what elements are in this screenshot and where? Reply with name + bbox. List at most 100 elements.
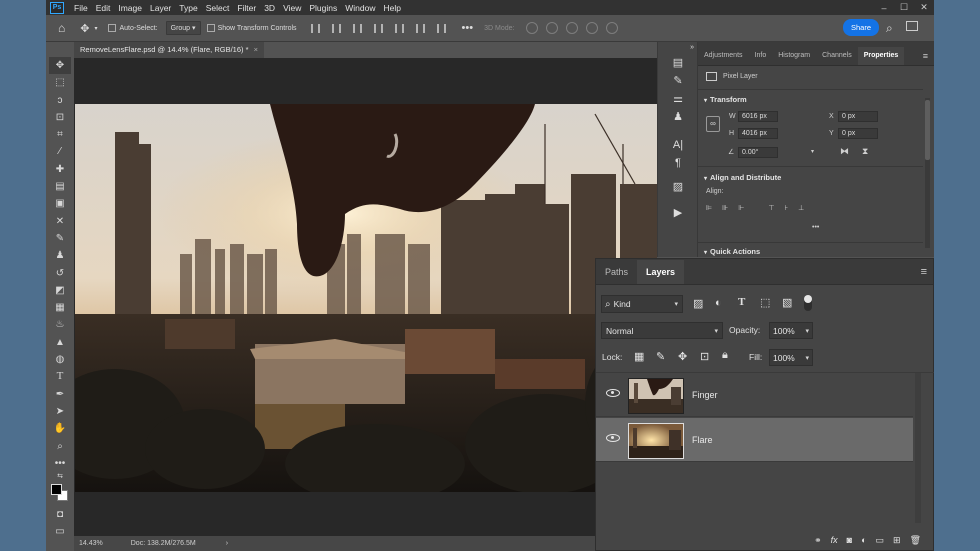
maximize-icon[interactable]: ☐ — [894, 2, 914, 13]
more-tools-icon[interactable]: ••• — [49, 455, 71, 472]
3d-scale-icon[interactable] — [606, 22, 619, 34]
document-tab[interactable]: RemoveLensFlare.psd @ 14.4% (Flare, RGB/… — [74, 42, 264, 58]
3d-slide-icon[interactable] — [586, 22, 599, 34]
menu-3d[interactable]: 3D — [260, 3, 279, 13]
dodge-tool-icon[interactable]: ▲ — [49, 334, 71, 351]
align-vcenters-icon[interactable]: ⊦ — [784, 204, 788, 212]
distribute-icon[interactable] — [436, 23, 446, 33]
object-select-tool-icon[interactable]: ⊡ — [49, 109, 71, 126]
menu-filter[interactable]: Filter — [233, 3, 260, 13]
align-right-icon[interactable] — [352, 23, 362, 33]
align-bottom-edges-icon[interactable]: ⊥ — [798, 204, 804, 212]
tab-layers[interactable]: Layers — [637, 260, 685, 284]
visibility-eye-icon[interactable] — [606, 389, 620, 397]
adjustment-sliders-icon[interactable]: ⚌ — [658, 90, 698, 108]
add-mask-icon[interactable]: ◙ — [847, 535, 852, 545]
new-group-icon[interactable]: ▭ — [876, 535, 885, 546]
close-window-icon[interactable]: ✕ — [914, 2, 934, 13]
eyedropper-tool-icon[interactable]: ⁄ — [49, 143, 71, 160]
visibility-eye-icon[interactable] — [606, 434, 620, 442]
tab-paths[interactable]: Paths — [596, 260, 637, 284]
menu-select[interactable]: Select — [202, 3, 234, 13]
layers-panel-menu-icon[interactable]: ≡ — [921, 266, 927, 278]
filter-pixel-icon[interactable]: ▨ — [693, 297, 703, 310]
menu-edit[interactable]: Edit — [92, 3, 115, 13]
flip-vertical-icon[interactable]: ⧗ — [862, 146, 868, 157]
chevron-down-icon[interactable]: ▾ — [94, 25, 97, 32]
character-panel-icon[interactable]: A| — [658, 136, 698, 154]
bandage-tool-icon[interactable]: ▤ — [49, 178, 71, 195]
lock-artboard-icon[interactable]: ⊡ — [700, 350, 709, 363]
workspace-icon[interactable] — [906, 21, 918, 31]
quick-mask-icon[interactable]: ◘ — [49, 506, 71, 523]
layer-thumbnail-flare[interactable] — [628, 423, 684, 459]
menu-help[interactable]: Help — [379, 3, 404, 13]
foreground-color-swatch[interactable] — [51, 484, 62, 496]
lock-position-icon[interactable]: ✥ — [678, 350, 687, 363]
patch-tool-icon[interactable]: ✕ — [49, 213, 71, 230]
scrollbar-thumb[interactable] — [925, 100, 930, 160]
align-top-icon[interactable] — [373, 23, 383, 33]
photoshop-logo-icon[interactable]: Ps — [50, 1, 64, 14]
menu-image[interactable]: Image — [114, 3, 146, 13]
filter-shape-icon[interactable]: ⬚ — [760, 296, 770, 309]
lock-transparent-pixels-icon[interactable]: ▦ — [634, 350, 644, 363]
gradient-tool-icon[interactable]: ▦ — [49, 299, 71, 316]
move-tool-icon[interactable]: ✥ — [49, 57, 71, 75]
menu-plugins[interactable]: Plugins — [305, 3, 341, 13]
3d-pan-icon[interactable] — [566, 22, 579, 34]
width-field[interactable]: 6016 px — [738, 111, 778, 122]
opacity-field[interactable]: 100% ▾ — [769, 322, 813, 339]
sponge-tool-icon[interactable]: ◍ — [49, 351, 71, 368]
home-icon[interactable]: ⌂ — [58, 21, 65, 35]
align-right-edges-icon[interactable]: ⊩ — [738, 204, 744, 212]
history-brush-tool-icon[interactable]: ↺ — [49, 265, 71, 282]
layer-style-fx-icon[interactable]: fx — [831, 535, 838, 545]
image-panel-icon[interactable]: ▨ — [658, 178, 698, 196]
actions-play-icon[interactable]: ▶ — [658, 204, 698, 222]
3d-orbit-icon[interactable] — [526, 22, 539, 34]
filter-adjustment-icon[interactable]: ◐ — [715, 297, 722, 309]
align-left-icon[interactable] — [310, 23, 320, 33]
eraser-tool-icon[interactable]: ◩ — [49, 282, 71, 299]
pen-tool-icon[interactable]: ✒ — [49, 386, 71, 403]
align-hcenters-icon[interactable]: ⊪ — [722, 204, 728, 212]
properties-scrollbar[interactable] — [925, 98, 930, 248]
type-tool-icon[interactable]: T — [49, 368, 71, 385]
tab-properties[interactable]: Properties — [857, 47, 905, 65]
3d-roll-icon[interactable] — [546, 22, 559, 34]
align-left-edges-icon[interactable]: ⊫ — [706, 204, 712, 212]
lock-all-icon[interactable]: 🔒︎ — [722, 349, 728, 362]
transform-section-title[interactable]: ▾ Transform — [704, 95, 747, 104]
delete-layer-icon[interactable]: 🗑︎ — [910, 535, 921, 546]
collapse-panels-icon[interactable]: » — [658, 42, 698, 54]
tab-histogram[interactable]: Histogram — [772, 47, 816, 65]
zoom-tool-icon[interactable]: ⌕ — [49, 438, 71, 455]
align-vcenter-icon[interactable] — [394, 23, 404, 33]
swap-colors-icon[interactable]: ⇆ — [49, 472, 71, 482]
zoom-level[interactable]: 14.43% — [79, 540, 103, 547]
blur-tool-icon[interactable]: ♨ — [49, 316, 71, 333]
menu-view[interactable]: View — [279, 3, 305, 13]
move-tool-preset-icon[interactable]: ✥ — [80, 22, 89, 35]
angle-field[interactable]: 0.00° — [738, 147, 778, 158]
panel-menu-icon[interactable]: ≡ — [923, 51, 928, 61]
blend-mode-dropdown[interactable]: Normal ▾ — [601, 322, 723, 339]
show-transform-checkbox[interactable] — [206, 24, 215, 32]
layer-thumbnail-finger[interactable] — [628, 378, 684, 414]
layer-name-finger[interactable]: Finger — [692, 390, 718, 400]
more-align-options-icon[interactable]: ••• — [812, 224, 819, 231]
filter-type-icon[interactable]: T — [738, 296, 745, 308]
close-document-icon[interactable]: × — [254, 42, 258, 58]
height-field[interactable]: 4016 px — [738, 128, 778, 139]
tab-adjustments[interactable]: Adjustments — [698, 47, 749, 65]
align-hcenter-icon[interactable] — [331, 23, 341, 33]
share-button[interactable]: Share — [843, 19, 879, 36]
filter-smart-object-icon[interactable]: ▧ — [782, 296, 792, 309]
canvas-image[interactable] — [75, 104, 657, 492]
quick-actions-title[interactable]: ▾ Quick Actions — [704, 247, 760, 256]
chevron-down-icon[interactable]: ▾ — [811, 148, 814, 155]
menu-type[interactable]: Type — [175, 3, 201, 13]
paragraph-panel-icon[interactable]: ¶ — [658, 154, 698, 172]
menu-file[interactable]: File — [70, 3, 92, 13]
